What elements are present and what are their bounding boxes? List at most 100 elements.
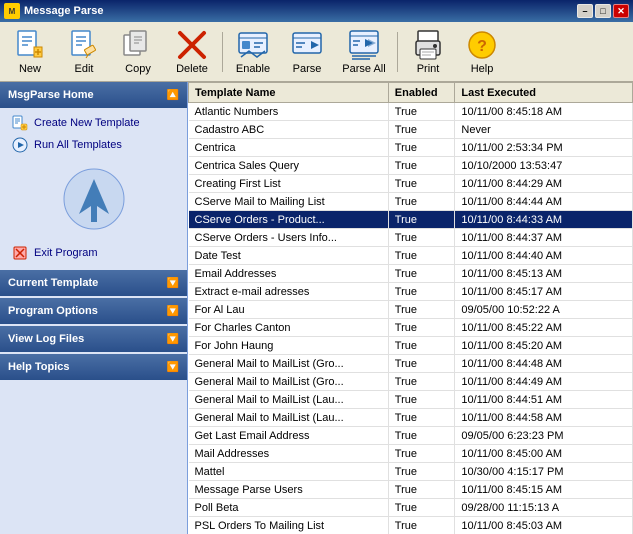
cell-template-name: Cadastro ABC [189, 121, 389, 139]
table-row[interactable]: Get Last Email AddressTrue09/05/00 6:23:… [189, 427, 633, 445]
table-row[interactable]: General Mail to MailList (Gro...True10/1… [189, 355, 633, 373]
sidebar-header-program-options[interactable]: Program Options 🔽 [0, 298, 187, 324]
cell-template-name: CServe Orders - Users Info... [189, 229, 389, 247]
toolbar-separator-2 [397, 32, 398, 72]
table-row[interactable]: Email AddressesTrue10/11/00 8:45:13 AM [189, 265, 633, 283]
exit-program-label: Exit Program [34, 247, 98, 259]
table-row[interactable]: General Mail to MailList (Lau...True10/1… [189, 391, 633, 409]
cell-template-name: For Charles Canton [189, 319, 389, 337]
cell-last-executed: Never [455, 121, 633, 139]
svg-text:M: M [9, 7, 16, 16]
create-new-template-icon [12, 115, 28, 131]
copy-label: Copy [125, 63, 151, 75]
print-button[interactable]: Print [402, 26, 454, 78]
copy-icon [122, 29, 154, 61]
minimize-button[interactable]: – [577, 4, 593, 18]
table-wrapper[interactable]: Template Name Enabled Last Executed Atla… [188, 82, 633, 534]
title-bar-controls: – □ ✕ [577, 4, 629, 18]
table-row[interactable]: CServe Orders - Users Info...True10/11/0… [189, 229, 633, 247]
edit-label: Edit [75, 63, 94, 75]
cell-enabled: True [388, 427, 455, 445]
cell-last-executed: 10/11/00 2:53:34 PM [455, 139, 633, 157]
cell-enabled: True [388, 319, 455, 337]
cell-template-name: Message Parse Users [189, 481, 389, 499]
table-row[interactable]: MattelTrue10/30/00 4:15:17 PM [189, 463, 633, 481]
help-button[interactable]: ? Help [456, 26, 508, 78]
new-label: New [19, 63, 41, 75]
sidebar-section-current-template: Current Template 🔽 [0, 270, 187, 296]
cell-last-executed: 10/11/00 8:44:29 AM [455, 175, 633, 193]
table-row[interactable]: CServe Orders - Product...True10/11/00 8… [189, 211, 633, 229]
cell-template-name: Poll Beta [189, 499, 389, 517]
new-button[interactable]: New [4, 26, 56, 78]
table-row[interactable]: General Mail to MailList (Lau...True10/1… [189, 409, 633, 427]
cell-last-executed: 10/11/00 8:44:51 AM [455, 391, 633, 409]
table-row[interactable]: For John HaungTrue10/11/00 8:45:20 AM [189, 337, 633, 355]
sidebar-home-content: Create New Template Run All Templates [0, 108, 187, 268]
table-row[interactable]: For Al LauTrue09/05/00 10:52:22 A [189, 301, 633, 319]
cell-enabled: True [388, 409, 455, 427]
cell-last-executed: 10/11/00 8:44:37 AM [455, 229, 633, 247]
table-row[interactable]: Atlantic NumbersTrue10/11/00 8:45:18 AM [189, 103, 633, 121]
sidebar-view-log-files-chevron: 🔽 [167, 334, 179, 345]
table-row[interactable]: Centrica Sales QueryTrue10/10/2000 13:53… [189, 157, 633, 175]
sidebar-help-topics-chevron: 🔽 [167, 362, 179, 373]
table-row[interactable]: Cadastro ABCTrueNever [189, 121, 633, 139]
table-row[interactable]: For Charles CantonTrue10/11/00 8:45:22 A… [189, 319, 633, 337]
table-row[interactable]: Date TestTrue10/11/00 8:44:40 AM [189, 247, 633, 265]
cell-enabled: True [388, 175, 455, 193]
table-row[interactable]: Creating First ListTrue10/11/00 8:44:29 … [189, 175, 633, 193]
copy-button[interactable]: Copy [112, 26, 164, 78]
sidebar-help-topics-label: Help Topics [8, 361, 70, 373]
col-template-name[interactable]: Template Name [189, 83, 389, 103]
sidebar-header-current-template[interactable]: Current Template 🔽 [0, 270, 187, 296]
cell-enabled: True [388, 445, 455, 463]
sidebar-header-help-topics[interactable]: Help Topics 🔽 [0, 354, 187, 380]
sidebar-logo-area [0, 156, 187, 242]
cell-enabled: True [388, 247, 455, 265]
content-area: Template Name Enabled Last Executed Atla… [188, 82, 633, 534]
enable-label: Enable [236, 63, 270, 75]
table-row[interactable]: PSL Orders To Mailing ListTrue10/11/00 8… [189, 517, 633, 534]
table-row[interactable]: Extract e-mail adressesTrue10/11/00 8:45… [189, 283, 633, 301]
delete-button[interactable]: Delete [166, 26, 218, 78]
cell-last-executed: 10/11/00 8:45:13 AM [455, 265, 633, 283]
close-button[interactable]: ✕ [613, 4, 629, 18]
sidebar-item-exit-program[interactable]: Exit Program [0, 242, 187, 264]
data-table: Template Name Enabled Last Executed Atla… [188, 82, 633, 534]
sidebar-current-template-label: Current Template [8, 277, 98, 289]
delete-label: Delete [176, 63, 208, 75]
sidebar-section-view-log-files: View Log Files 🔽 [0, 326, 187, 352]
table-row[interactable]: Poll BetaTrue09/28/00 11:15:13 A [189, 499, 633, 517]
sidebar-header-home[interactable]: MsgParse Home 🔼 [0, 82, 187, 108]
table-row[interactable]: Message Parse UsersTrue10/11/00 8:45:15 … [189, 481, 633, 499]
cell-template-name: For John Haung [189, 337, 389, 355]
sidebar-section-home: MsgParse Home 🔼 [0, 82, 187, 268]
sidebar-header-view-log-files[interactable]: View Log Files 🔽 [0, 326, 187, 352]
cell-template-name: General Mail to MailList (Gro... [189, 373, 389, 391]
col-enabled[interactable]: Enabled [388, 83, 455, 103]
app-icon: M [4, 3, 20, 19]
cell-enabled: True [388, 157, 455, 175]
cell-template-name: Date Test [189, 247, 389, 265]
parse-button[interactable]: Parse [281, 26, 333, 78]
sidebar-item-run-all-templates[interactable]: Run All Templates [0, 134, 187, 156]
cell-last-executed: 10/11/00 8:44:48 AM [455, 355, 633, 373]
help-icon: ? [466, 29, 498, 61]
sidebar-view-log-files-label: View Log Files [8, 333, 84, 345]
cell-last-executed: 10/11/00 8:45:20 AM [455, 337, 633, 355]
cell-last-executed: 10/11/00 8:45:18 AM [455, 103, 633, 121]
parse-all-button[interactable]: Parse All [335, 26, 393, 78]
cell-enabled: True [388, 337, 455, 355]
table-row[interactable]: CServe Mail to Mailing ListTrue10/11/00 … [189, 193, 633, 211]
cell-last-executed: 09/05/00 10:52:22 A [455, 301, 633, 319]
maximize-button[interactable]: □ [595, 4, 611, 18]
table-row[interactable]: General Mail to MailList (Gro...True10/1… [189, 373, 633, 391]
table-row[interactable]: CentricaTrue10/11/00 2:53:34 PM [189, 139, 633, 157]
col-last-executed[interactable]: Last Executed [455, 83, 633, 103]
table-row[interactable]: Mail AddressesTrue10/11/00 8:45:00 AM [189, 445, 633, 463]
cell-enabled: True [388, 121, 455, 139]
sidebar-item-create-new-template[interactable]: Create New Template [0, 112, 187, 134]
edit-button[interactable]: Edit [58, 26, 110, 78]
enable-button[interactable]: Enable [227, 26, 279, 78]
